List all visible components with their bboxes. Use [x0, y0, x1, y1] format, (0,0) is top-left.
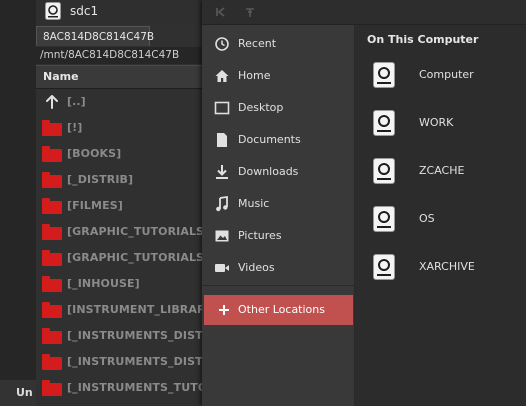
sidebar-item-label: Recent	[238, 37, 277, 50]
plus-icon	[219, 305, 229, 315]
file-name: [FILMES]	[67, 199, 123, 212]
parent-directory-row[interactable]: [..]	[36, 90, 206, 116]
drive-icon	[373, 158, 395, 184]
file-chooser-dialog: Recent Home Desktop Documents Downloads Music…	[202, 0, 526, 406]
folder-icon	[42, 380, 62, 396]
folder-icon	[42, 328, 62, 344]
video-icon	[215, 264, 229, 272]
file-name: [!]	[67, 121, 83, 134]
file-name: [..]	[67, 95, 86, 108]
sidebar-item-desktop[interactable]: Desktop	[202, 92, 354, 124]
drive-bar[interactable]: sdc1	[36, 0, 206, 24]
sidebar-item-videos[interactable]: Videos	[202, 252, 354, 284]
desktop-icon	[214, 101, 230, 115]
sidebar-item-label: Pictures	[238, 229, 282, 242]
location-label: WORK	[419, 116, 454, 129]
sidebar-item-documents[interactable]: Documents	[202, 124, 354, 156]
sidebar-item-label: Downloads	[238, 165, 299, 178]
sidebar-item-pictures[interactable]: Pictures	[202, 220, 354, 252]
location-item[interactable]: Computer	[355, 57, 526, 105]
folder-icon	[42, 146, 62, 162]
music-icon	[216, 196, 228, 212]
folder-icon	[42, 276, 62, 292]
file-name: [_INSTRUMENTS_DISTRIB_	[67, 355, 206, 368]
sidebar-item-label: Desktop	[238, 101, 284, 114]
drive-icon	[373, 254, 395, 280]
file-name: [INSTRUMENT_LIBRARY]	[67, 303, 206, 316]
sidebar-item-label: Other Locations	[238, 303, 325, 316]
sidebar-item-label: Music	[238, 197, 270, 210]
folder-icon	[42, 120, 62, 136]
sidebar-item-other-locations[interactable]: Other Locations	[204, 295, 353, 325]
column-header-name[interactable]: Name	[36, 65, 206, 89]
location-label: Computer	[419, 68, 474, 81]
places-sidebar: Recent Home Desktop Documents Downloads Music…	[202, 25, 355, 406]
file-name: [_INHOUSE]	[67, 277, 140, 290]
folder-row[interactable]: [_DISTRIB]	[36, 168, 206, 194]
locations-panel: On This Computer Computer WORK ZCACHE OS XAR…	[355, 25, 526, 406]
download-icon	[216, 165, 228, 179]
path-field[interactable]: /mnt/8AC814D8C814C47B	[36, 47, 206, 64]
file-name: [GRAPHIC_TUTORIALS]	[67, 225, 206, 238]
location-label: XARCHIVE	[419, 260, 475, 273]
folder-row[interactable]: [!]	[36, 116, 206, 142]
location-item[interactable]: OS	[355, 201, 526, 249]
sidebar-item-music[interactable]: Music	[202, 188, 354, 220]
file-name: [BOOKS]	[67, 147, 122, 160]
drive-icon	[373, 62, 395, 88]
location-label: OS	[419, 212, 435, 225]
tab-path[interactable]: 8AC814D8C814C47B	[36, 26, 154, 46]
sidebar-item-home[interactable]: Home	[202, 60, 354, 92]
location-item[interactable]: ZCACHE	[355, 153, 526, 201]
folder-row[interactable]: [_INHOUSE]	[36, 272, 206, 298]
pin-icon[interactable]	[244, 6, 256, 18]
dialog-toolbar	[202, 0, 526, 25]
status-text: Un	[0, 380, 36, 406]
file-name: [_INSTRUMENTS_DISTRIB_	[67, 329, 206, 342]
home-icon	[215, 70, 229, 82]
up-arrow-icon	[42, 95, 62, 110]
drive-icon	[373, 110, 395, 136]
picture-icon	[215, 230, 229, 242]
sidebar-item-label: Home	[238, 69, 271, 82]
folder-row[interactable]: [INSTRUMENT_LIBRARY]	[36, 298, 206, 324]
section-title: On This Computer	[367, 33, 479, 46]
location-item[interactable]: WORK	[355, 105, 526, 153]
folder-icon	[42, 224, 62, 240]
folder-row[interactable]: [_INSTRUMENTS_TUTORIA	[36, 376, 206, 402]
sidebar-item-label: Videos	[238, 261, 275, 274]
sidebar-item-downloads[interactable]: Downloads	[202, 156, 354, 188]
folder-row[interactable]: [FILMES]	[36, 194, 206, 220]
sidebar-item-label: Documents	[238, 133, 301, 146]
location-label: ZCACHE	[419, 164, 465, 177]
file-name: [GRAPHIC_TUTORIALS_NO	[67, 251, 206, 264]
sidebar-item-recent[interactable]: Recent	[202, 28, 354, 60]
back-icon[interactable]	[214, 6, 226, 18]
folder-icon	[42, 302, 62, 318]
folder-row[interactable]: [_INSTRUMENTS_DISTRIB_	[36, 324, 206, 350]
left-panel-edge	[0, 0, 36, 406]
folder-row[interactable]: [BOOKS]	[36, 142, 206, 168]
file-name: [_DISTRIB]	[67, 173, 134, 186]
drive-label: sdc1	[70, 4, 99, 18]
sidebar-separator	[202, 285, 354, 286]
folder-row[interactable]: [_INSTRUMENTS_DISTRIB_	[36, 350, 206, 376]
location-item[interactable]: XARCHIVE	[355, 249, 526, 297]
folder-icon	[42, 172, 62, 188]
drive-icon	[373, 206, 395, 232]
folder-icon	[42, 354, 62, 370]
folder-icon	[42, 198, 62, 214]
folder-row[interactable]: [GRAPHIC_TUTORIALS]	[36, 220, 206, 246]
drive-icon	[45, 2, 61, 20]
document-icon	[217, 133, 227, 147]
file-list: [..] [!] [BOOKS] [_DISTRIB] [FILMES] [GRAPHI…	[36, 90, 206, 406]
clock-icon	[215, 37, 229, 51]
folder-row[interactable]: [GRAPHIC_TUTORIALS_NO	[36, 246, 206, 272]
file-name: [_INSTRUMENTS_TUTORIA	[67, 381, 206, 394]
folder-icon	[42, 250, 62, 266]
